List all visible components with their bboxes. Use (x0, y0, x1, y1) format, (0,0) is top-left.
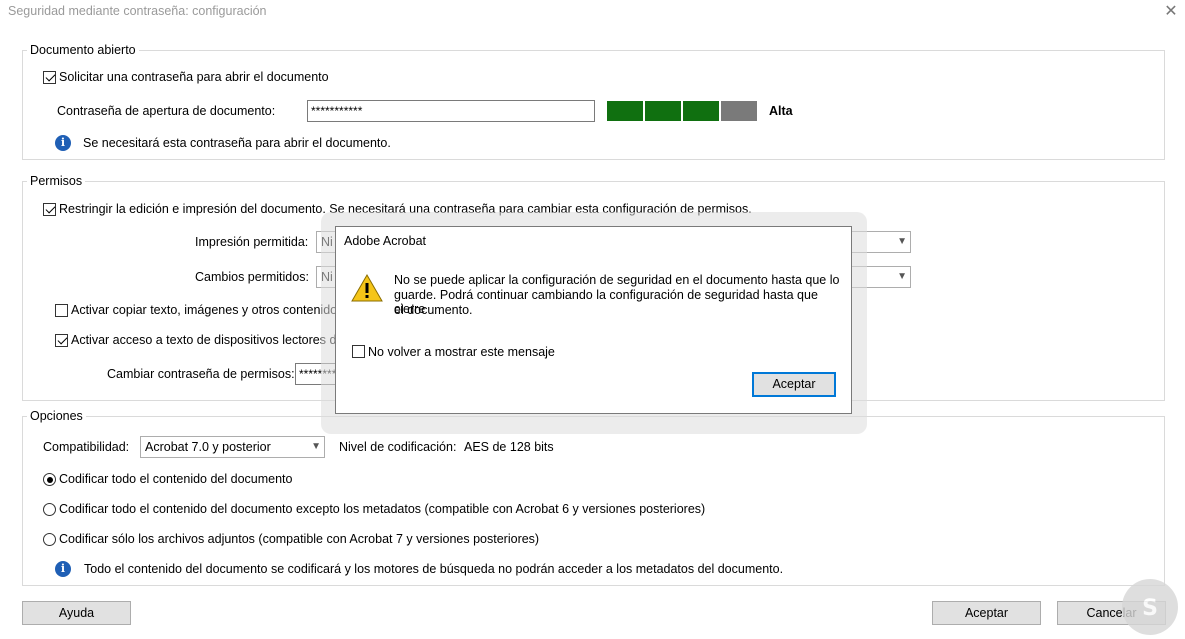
require-password-checkbox[interactable] (43, 71, 56, 84)
watermark-logo: S (1122, 579, 1178, 635)
encryption-level-value: AES de 128 bits (464, 440, 554, 454)
chevron-down-icon: ▼ (311, 441, 321, 452)
dialog-message-line-1: No se puede aplicar la configuración de … (394, 273, 840, 287)
dont-show-again-label: No volver a mostrar este mensaje (368, 345, 555, 359)
compatibility-select[interactable]: Acrobat 7.0 y posterior ▼ (140, 436, 325, 458)
help-button[interactable]: Ayuda (22, 601, 131, 625)
encrypt-all-label: Codificar todo el contenido del document… (59, 472, 293, 486)
strength-segment-4 (721, 101, 757, 121)
encrypt-all-radio[interactable] (43, 473, 56, 486)
dont-show-again-checkbox[interactable] (352, 345, 365, 358)
enable-copy-label: Activar copiar texto, imágenes y otros c… (71, 303, 344, 317)
encrypt-attachments-radio[interactable] (43, 533, 56, 546)
restrict-editing-checkbox[interactable] (43, 203, 56, 216)
compatibility-label: Compatibilidad: (43, 440, 130, 454)
open-document-legend: Documento abierto (27, 43, 139, 57)
encrypt-except-metadata-label: Codificar todo el contenido del document… (59, 502, 706, 516)
encrypt-except-metadata-radio[interactable] (43, 503, 56, 516)
dialog-message-line-3: el documento. (394, 303, 473, 317)
chevron-down-icon: ▼ (897, 236, 907, 247)
strength-segment-3 (683, 101, 719, 121)
change-permissions-password-label: Cambiar contraseña de permisos: (107, 367, 295, 381)
open-password-input[interactable]: *********** (307, 100, 595, 122)
enable-screen-reader-label: Activar acceso a texto de dispositivos l… (71, 333, 354, 347)
encrypt-attachments-label: Codificar sólo los archivos adjuntos (co… (59, 532, 540, 546)
require-password-label: Solicitar una contraseña para abrir el d… (59, 70, 329, 84)
enable-copy-checkbox[interactable] (55, 304, 68, 317)
info-icon: i (55, 135, 71, 151)
open-password-info-text: Se necesitará esta contraseña para abrir… (83, 136, 391, 150)
encryption-info-text: Todo el contenido del documento se codif… (84, 562, 784, 576)
strength-segment-1 (607, 101, 643, 121)
options-legend: Opciones (27, 409, 86, 423)
dialog-ok-button[interactable]: Aceptar (752, 372, 836, 397)
changes-allowed-label: Cambios permitidos: (195, 270, 309, 284)
strength-segment-2 (645, 101, 681, 121)
print-allowed-label: Impresión permitida: (195, 235, 309, 249)
info-icon: i (55, 561, 71, 577)
password-strength-meter (607, 101, 757, 121)
open-password-label: Contraseña de apertura de documento: (57, 104, 276, 118)
svg-text:S: S (1142, 596, 1158, 621)
compatibility-value: Acrobat 7.0 y posterior (145, 440, 271, 454)
enable-screen-reader-checkbox[interactable] (55, 334, 68, 347)
close-icon[interactable]: ✕ (1158, 1, 1184, 23)
dialog-title: Adobe Acrobat (344, 234, 427, 248)
password-strength-label: Alta (769, 104, 793, 118)
chevron-down-icon: ▼ (897, 271, 907, 282)
acrobat-dialog: Adobe Acrobat No se puede aplicar la con… (335, 226, 852, 414)
ok-button[interactable]: Aceptar (932, 601, 1041, 625)
window-title: Seguridad mediante contraseña: configura… (8, 4, 267, 18)
watermark-icon: S (1142, 596, 1158, 621)
encryption-level-label: Nivel de codificación: (339, 440, 457, 454)
permissions-legend: Permisos (27, 174, 86, 188)
warning-icon (351, 273, 383, 302)
